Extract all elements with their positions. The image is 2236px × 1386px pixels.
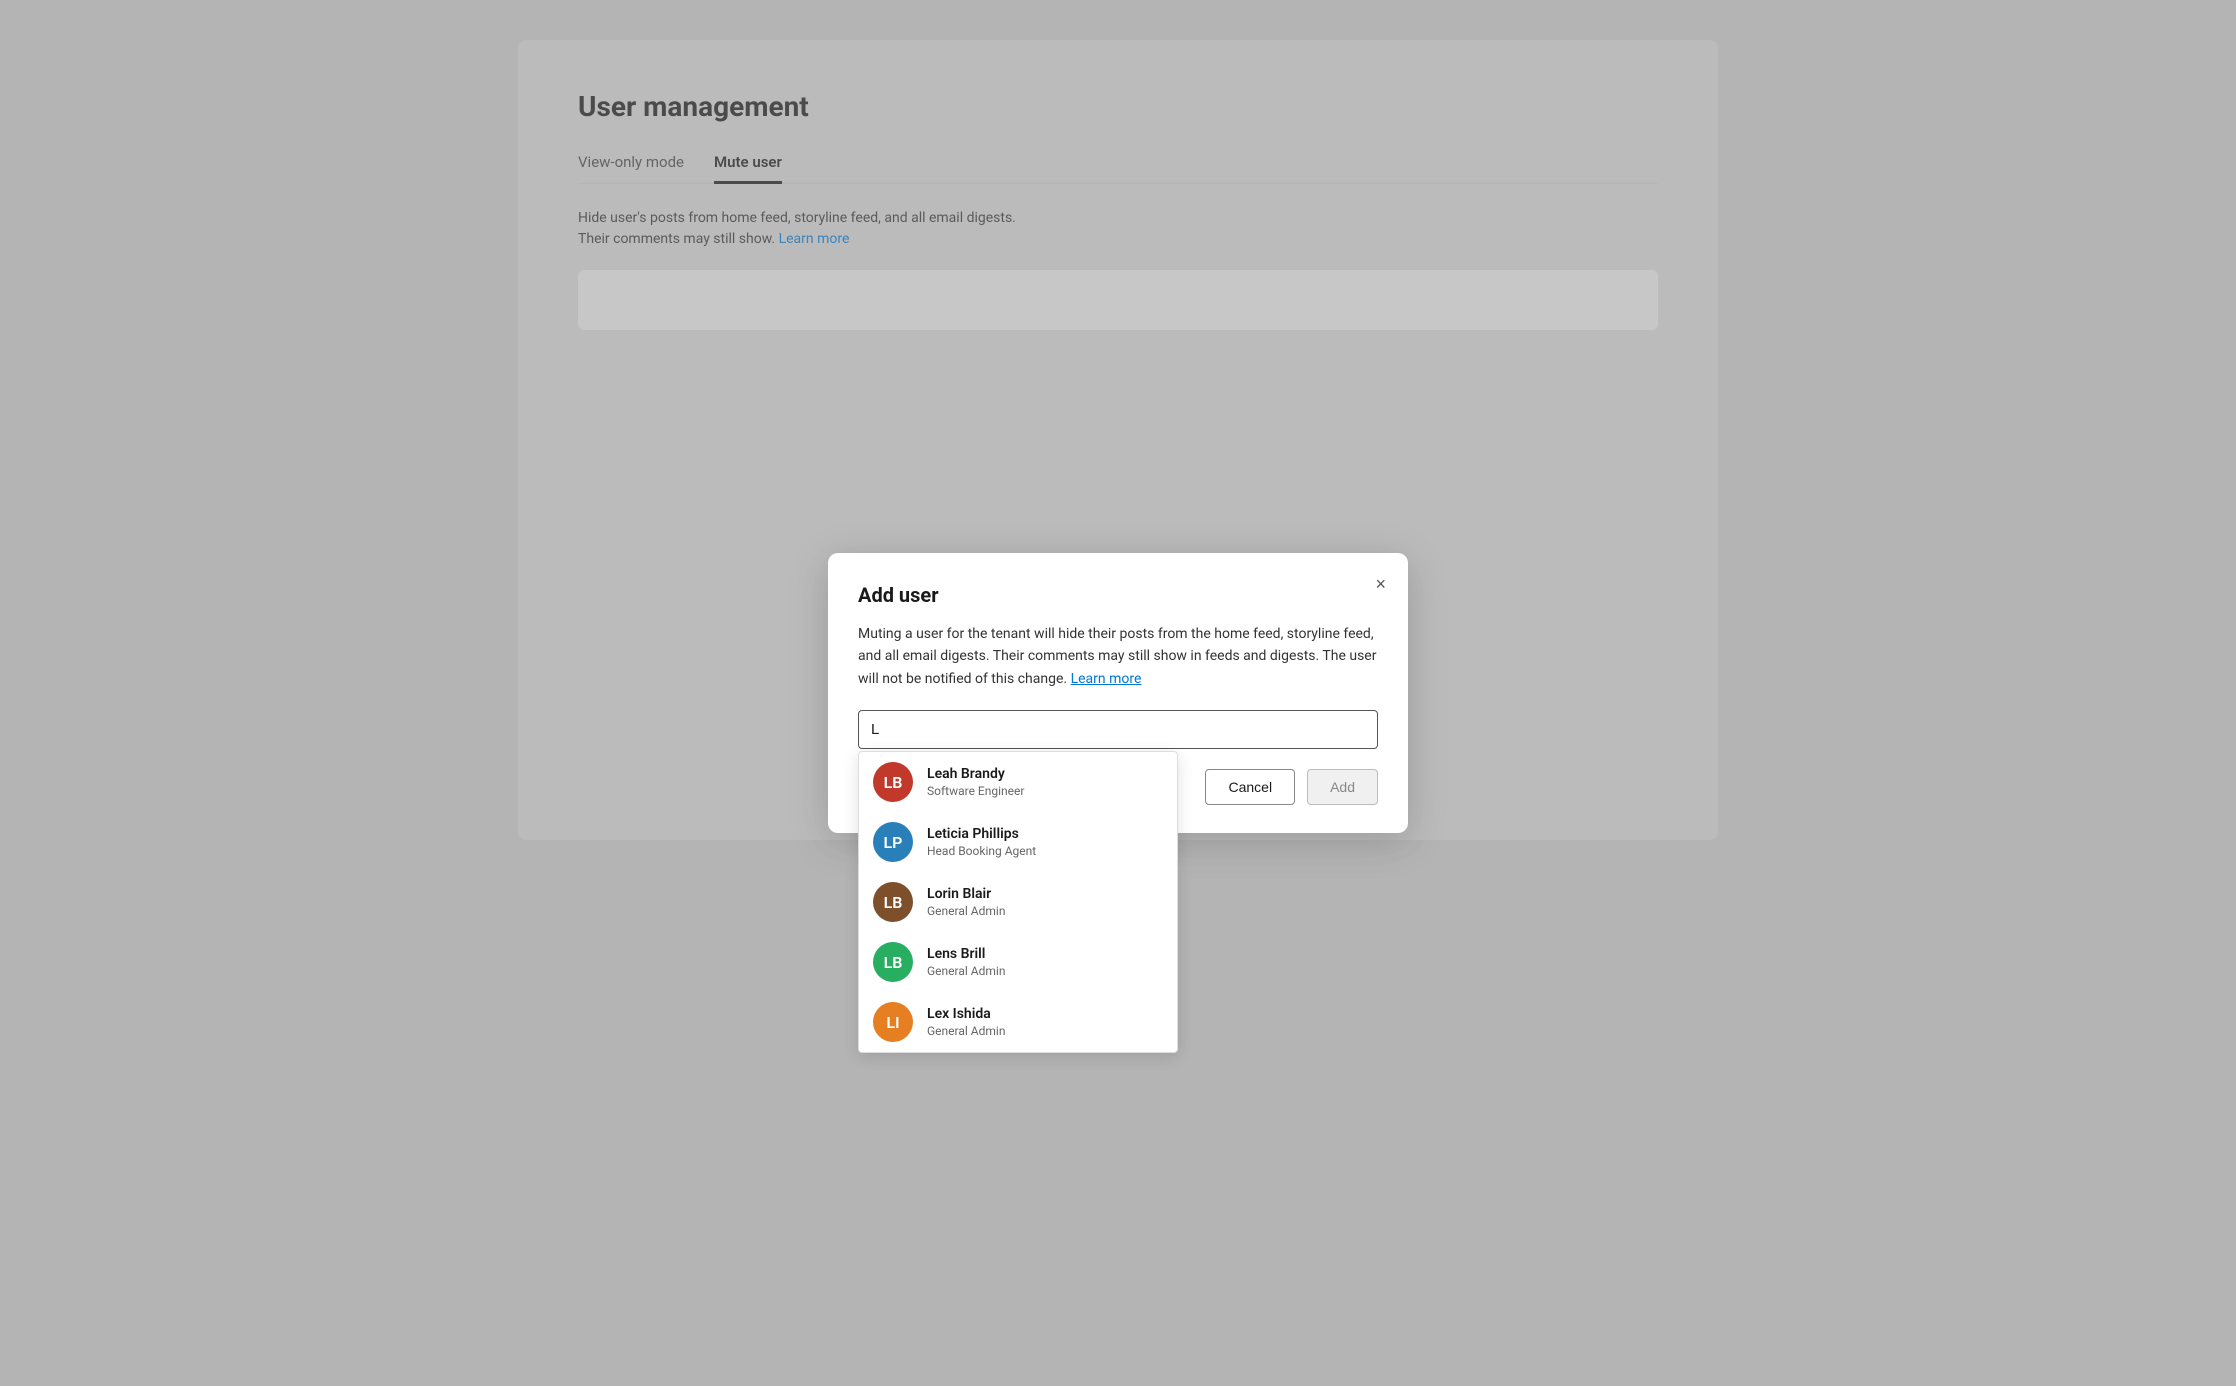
user-role: General Admin	[927, 904, 1005, 918]
user-role: General Admin	[927, 1024, 1005, 1038]
avatar: LB	[873, 942, 913, 982]
list-item[interactable]: LP Leticia Phillips Head Booking Agent	[859, 812, 1177, 872]
modal-backdrop: × Add user Muting a user for the tenant …	[0, 0, 2236, 1386]
list-item[interactable]: LB Lens Brill General Admin	[859, 932, 1177, 992]
add-user-modal: × Add user Muting a user for the tenant …	[828, 553, 1408, 833]
avatar: LB	[873, 882, 913, 922]
modal-description: Muting a user for the tenant will hide t…	[858, 623, 1378, 690]
page-wrapper: User management View-only mode Mute user…	[518, 40, 1718, 840]
user-role: Head Booking Agent	[927, 844, 1036, 858]
avatar: LB	[873, 762, 913, 802]
user-dropdown: LB Leah Brandy Software Engineer LP Leticia …	[858, 751, 1178, 1053]
search-container: LBLeah BrandySoftware EngineerLPLeticia …	[858, 710, 1378, 749]
user-name: Lens Brill	[927, 946, 1005, 962]
user-role: General Admin	[927, 964, 1005, 978]
list-item[interactable]: LB Lorin Blair General Admin	[859, 872, 1177, 932]
user-name: Leticia Phillips	[927, 826, 1036, 842]
learn-more-link-modal[interactable]: Learn more	[1071, 671, 1142, 687]
user-role: Software Engineer	[927, 784, 1024, 798]
close-button[interactable]: ×	[1371, 571, 1390, 597]
avatar: LP	[873, 822, 913, 862]
search-input[interactable]	[858, 710, 1378, 749]
avatar: LI	[873, 1002, 913, 1042]
list-item[interactable]: LB Leah Brandy Software Engineer	[859, 752, 1177, 812]
user-name: Lex Ishida	[927, 1006, 1005, 1022]
modal-title: Add user	[858, 583, 1378, 607]
user-name: Lorin Blair	[927, 886, 1005, 902]
user-name: Leah Brandy	[927, 766, 1024, 782]
add-button[interactable]: Add	[1307, 769, 1378, 805]
list-item[interactable]: LI Lex Ishida General Admin	[859, 992, 1177, 1052]
cancel-button[interactable]: Cancel	[1205, 769, 1295, 805]
